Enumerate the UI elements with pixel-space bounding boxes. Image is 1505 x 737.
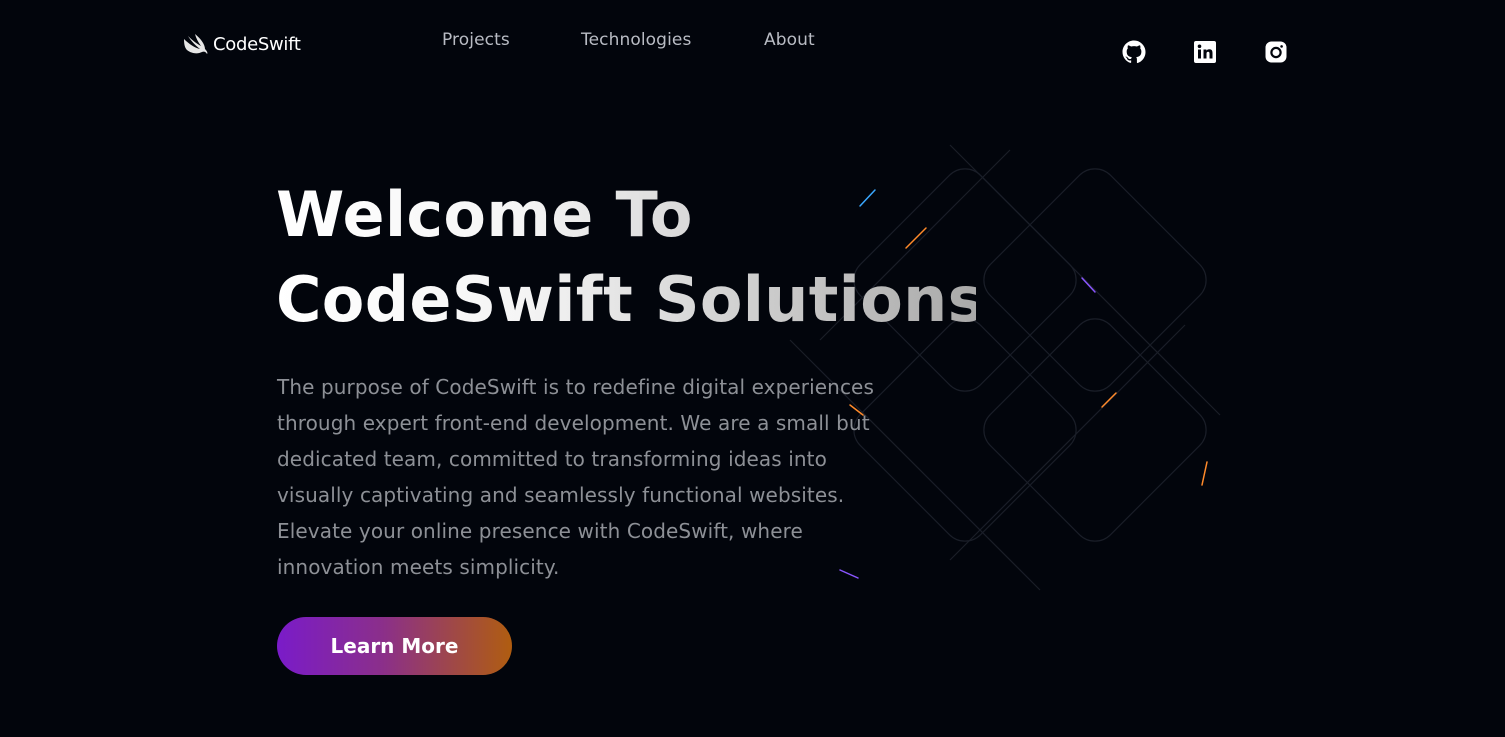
- nav-link-projects[interactable]: Projects: [442, 30, 510, 50]
- hero-description-line: through expert front-end development. We…: [277, 411, 870, 435]
- landing-page: CodeSwift Projects Technologies About We…: [0, 0, 1505, 737]
- brand-name: CodeSwift: [213, 33, 301, 55]
- hero-description: The purpose of CodeSwift is to redefine …: [277, 369, 917, 585]
- hero-description-line: visually captivating and seamlessly func…: [277, 483, 845, 507]
- github-icon[interactable]: [1122, 40, 1146, 64]
- swift-logo-icon: [184, 34, 208, 54]
- learn-more-button[interactable]: Learn More: [277, 617, 512, 675]
- linkedin-icon[interactable]: [1193, 40, 1217, 64]
- hero-title: Welcome To CodeSwift Solutions: [276, 172, 976, 342]
- hero-title-line-2: CodeSwift Solutions: [276, 263, 985, 336]
- brand-logo[interactable]: CodeSwift: [183, 33, 301, 55]
- nav-link-technologies[interactable]: Technologies: [581, 30, 691, 50]
- hero-description-line: dedicated team, committed to transformin…: [277, 447, 827, 471]
- hero-title-line-1: Welcome To: [276, 178, 693, 251]
- hero-description-line: Elevate your online presence with CodeSw…: [277, 519, 803, 543]
- hero-description-line: The purpose of CodeSwift is to redefine …: [277, 375, 874, 399]
- hero-description-line: innovation meets simplicity.: [277, 555, 560, 579]
- nav-link-about[interactable]: About: [764, 30, 815, 50]
- instagram-icon[interactable]: [1264, 40, 1288, 64]
